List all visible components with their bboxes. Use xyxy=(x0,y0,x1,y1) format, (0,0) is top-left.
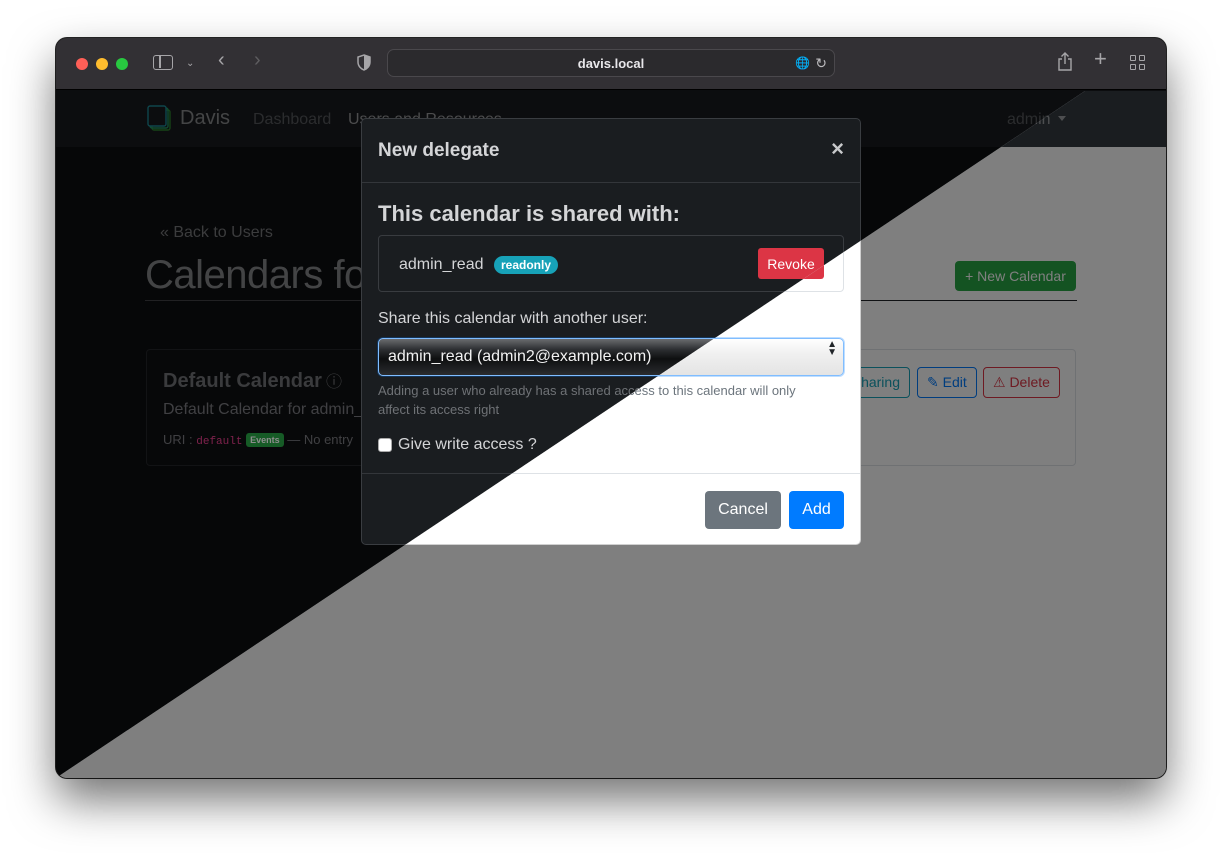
browser-window: ⌄ ‹ › davis.local 🌐 ↻ + Davis Dashboard … xyxy=(56,38,1166,778)
shared-with-heading: This calendar is shared with: xyxy=(378,201,680,226)
forward-icon[interactable]: › xyxy=(254,50,261,70)
shield-icon[interactable] xyxy=(357,54,371,71)
modal-title: New delegate xyxy=(378,140,500,161)
translate-icon[interactable]: 🌐 xyxy=(795,56,810,70)
chevron-down-icon[interactable]: ⌄ xyxy=(186,56,194,72)
close-icon[interactable]: × xyxy=(831,136,844,162)
share-label: Share this calendar with another user: xyxy=(378,310,648,327)
tab-overview-icon[interactable] xyxy=(1130,55,1146,71)
cancel-button[interactable]: Cancel xyxy=(705,491,781,529)
back-icon[interactable]: ‹ xyxy=(218,50,225,70)
modal-header: New delegate × xyxy=(362,119,860,183)
url-text: davis.local xyxy=(577,56,645,71)
browser-toolbar: ⌄ ‹ › davis.local 🌐 ↻ + xyxy=(56,38,1166,90)
shared-with-list: admin_read readonly Revoke xyxy=(378,235,844,292)
shared-user-name: admin_read xyxy=(399,256,484,273)
minimize-window-button[interactable] xyxy=(96,58,108,70)
share-icon[interactable] xyxy=(1057,52,1073,74)
write-access-checkbox[interactable] xyxy=(378,438,392,452)
add-button[interactable]: Add xyxy=(789,491,844,529)
address-bar[interactable]: davis.local 🌐 ↻ xyxy=(387,49,835,77)
sidebar-icon[interactable] xyxy=(153,55,173,70)
close-window-button[interactable] xyxy=(76,58,88,70)
reload-icon[interactable]: ↻ xyxy=(815,55,827,72)
select-arrows-icon: ▲▼ xyxy=(827,339,837,358)
access-badge: readonly xyxy=(494,256,559,274)
new-tab-icon[interactable]: + xyxy=(1094,48,1107,70)
maximize-window-button[interactable] xyxy=(116,58,128,70)
write-access-label[interactable]: Give write access ? xyxy=(398,436,537,454)
